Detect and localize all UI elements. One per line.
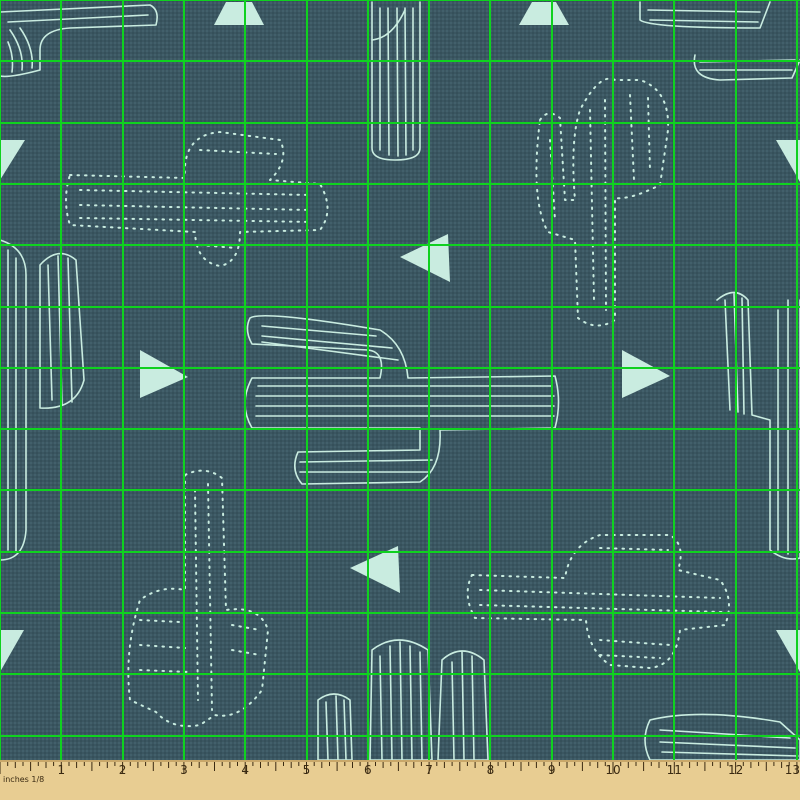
ruler-number: 1 (57, 763, 65, 777)
ruler-number: 5 (303, 763, 311, 777)
ruler-number: 4 (241, 763, 249, 777)
ruler-edge (0, 760, 800, 762)
ruler-number: 13 (785, 763, 800, 777)
ruler-number: 10 (605, 763, 620, 777)
ruler-number: 12 (728, 763, 743, 777)
ruler-number: 7 (425, 763, 433, 777)
ruler-number: 2 (119, 763, 127, 777)
ruler: 1 2 3 4 5 6 7 8 9 10 11 12 13 (0, 760, 800, 800)
ruler-number: 6 (364, 763, 372, 777)
fabric-swatch: 1 2 3 4 5 6 7 8 9 10 11 12 13 (0, 0, 800, 800)
ruler-number: 11 (667, 763, 682, 777)
ruler-number: 3 (180, 763, 188, 777)
ruler-number: 9 (548, 763, 556, 777)
ruler-number: 8 (487, 763, 495, 777)
ruler-unit-label: inches 1/8 (3, 775, 45, 784)
